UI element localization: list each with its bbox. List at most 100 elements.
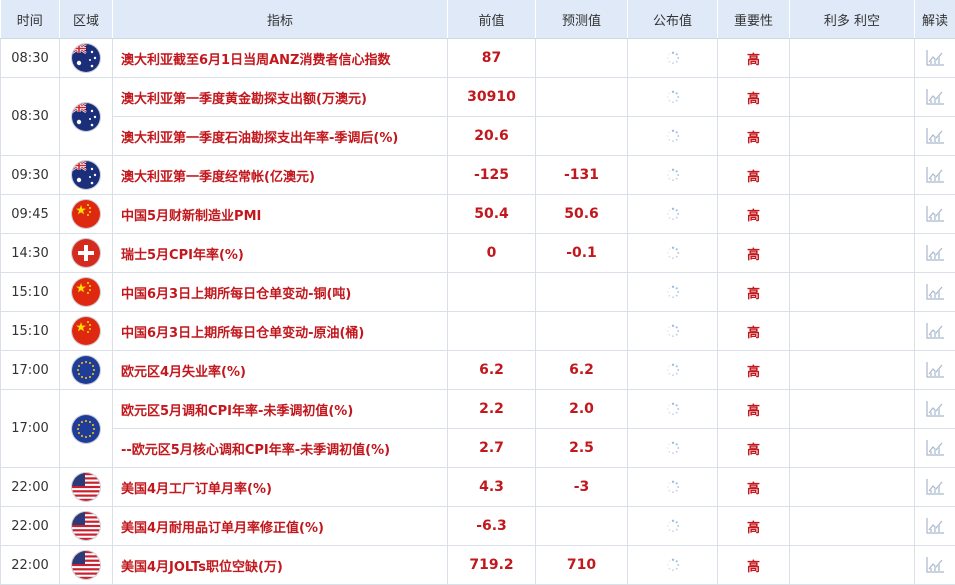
indicator-cell[interactable]: 澳大利亚第一季度石油勘探支出年率-季调后(%): [113, 117, 448, 156]
forecast-value-cell: 2.5: [536, 429, 628, 468]
analysis-cell[interactable]: [915, 156, 955, 195]
usa-flag-icon: [72, 551, 100, 579]
indicator-cell[interactable]: 美国4月工厂订单月率(%): [113, 468, 448, 507]
forecast-value-cell: [536, 78, 628, 117]
australia-flag-icon: [72, 44, 100, 72]
previous-value-cell: 87: [448, 39, 536, 78]
indicator-cell[interactable]: 欧元区5月调和CPI年率-未季调初值(%): [113, 390, 448, 429]
chart-analysis-icon[interactable]: [925, 361, 945, 379]
economic-calendar-table: 时间 区域 指标 前值 预测值 公布值 重要性 利多 利空 解读 08:30 澳…: [0, 0, 955, 585]
indicator-cell[interactable]: 欧元区4月失业率(%): [113, 351, 448, 390]
analysis-cell[interactable]: [915, 390, 955, 429]
analysis-cell[interactable]: [915, 312, 955, 351]
indicator-cell[interactable]: 中国6月3日上期所每日仓单变动-原油(桶): [113, 312, 448, 351]
table-row: 08:30 澳大利亚第一季度黄金勘探支出额(万澳元)30910高: [1, 78, 955, 117]
loading-spinner-icon: [666, 285, 680, 299]
indicator-cell[interactable]: 中国5月财新制造业PMI: [113, 195, 448, 234]
chart-analysis-icon[interactable]: [925, 127, 945, 145]
previous-value-cell: 0: [448, 234, 536, 273]
region-cell: [60, 312, 113, 351]
impact-cell: [790, 546, 915, 585]
china-flag-icon: [72, 317, 100, 345]
forecast-value-cell: 6.2: [536, 351, 628, 390]
analysis-cell[interactable]: [915, 273, 955, 312]
chart-analysis-icon[interactable]: [925, 166, 945, 184]
indicator-cell[interactable]: 中国6月3日上期所每日仓单变动-铜(吨): [113, 273, 448, 312]
chart-analysis-icon[interactable]: [925, 283, 945, 301]
table-row: --欧元区5月核心调和CPI年率-未季调初值(%)2.72.5高: [1, 429, 955, 468]
indicator-cell[interactable]: 美国4月耐用品订单月率修正值(%): [113, 507, 448, 546]
chart-analysis-icon[interactable]: [925, 400, 945, 418]
chart-analysis-icon[interactable]: [925, 205, 945, 223]
header-time: 时间: [1, 0, 60, 39]
impact-cell: [790, 312, 915, 351]
forecast-value-cell: -0.1: [536, 234, 628, 273]
previous-value-cell: 20.6: [448, 117, 536, 156]
actual-value-cell: [628, 234, 718, 273]
chart-analysis-icon[interactable]: [925, 439, 945, 457]
analysis-cell[interactable]: [915, 351, 955, 390]
region-cell: [60, 78, 113, 156]
time-cell: 15:10: [1, 312, 60, 351]
header-previous: 前值: [448, 0, 536, 39]
header-indicator: 指标: [113, 0, 448, 39]
impact-cell: [790, 234, 915, 273]
table-row: 15:10 中国6月3日上期所每日仓单变动-铜(吨)高: [1, 273, 955, 312]
time-cell: 09:30: [1, 156, 60, 195]
table-row: 14:30 瑞士5月CPI年率(%)0-0.1高: [1, 234, 955, 273]
indicator-cell[interactable]: 澳大利亚第一季度黄金勘探支出额(万澳元): [113, 78, 448, 117]
importance-cell: 高: [718, 234, 790, 273]
time-cell: 08:30: [1, 39, 60, 78]
loading-spinner-icon: [666, 207, 680, 221]
forecast-value-cell: [536, 312, 628, 351]
previous-value-cell: 50.4: [448, 195, 536, 234]
forecast-value-cell: [536, 273, 628, 312]
region-cell: [60, 351, 113, 390]
indicator-cell[interactable]: 澳大利亚截至6月1日当周ANZ消费者信心指数: [113, 39, 448, 78]
chart-analysis-icon[interactable]: [925, 556, 945, 574]
loading-spinner-icon: [666, 51, 680, 65]
chart-analysis-icon[interactable]: [925, 322, 945, 340]
analysis-cell[interactable]: [915, 546, 955, 585]
analysis-cell[interactable]: [915, 117, 955, 156]
table-row: 09:30 澳大利亚第一季度经常帐(亿澳元)-125-131高: [1, 156, 955, 195]
actual-value-cell: [628, 351, 718, 390]
usa-flag-icon: [72, 473, 100, 501]
importance-cell: 高: [718, 78, 790, 117]
header-region: 区域: [60, 0, 113, 39]
indicator-cell[interactable]: 瑞士5月CPI年率(%): [113, 234, 448, 273]
usa-flag-icon: [72, 512, 100, 540]
actual-value-cell: [628, 117, 718, 156]
chart-analysis-icon[interactable]: [925, 49, 945, 67]
indicator-cell[interactable]: --欧元区5月核心调和CPI年率-未季调初值(%): [113, 429, 448, 468]
previous-value-cell: 4.3: [448, 468, 536, 507]
chart-analysis-icon[interactable]: [925, 478, 945, 496]
analysis-cell[interactable]: [915, 234, 955, 273]
chart-analysis-icon[interactable]: [925, 244, 945, 262]
analysis-cell[interactable]: [915, 78, 955, 117]
importance-cell: 高: [718, 429, 790, 468]
chart-analysis-icon[interactable]: [925, 517, 945, 535]
actual-value-cell: [628, 39, 718, 78]
actual-value-cell: [628, 156, 718, 195]
actual-value-cell: [628, 78, 718, 117]
actual-value-cell: [628, 312, 718, 351]
loading-spinner-icon: [666, 90, 680, 104]
importance-cell: 高: [718, 39, 790, 78]
indicator-cell[interactable]: 澳大利亚第一季度经常帐(亿澳元): [113, 156, 448, 195]
previous-value-cell: -125: [448, 156, 536, 195]
indicator-cell[interactable]: 美国4月JOLTs职位空缺(万): [113, 546, 448, 585]
eu-flag-icon: [72, 356, 100, 384]
analysis-cell[interactable]: [915, 429, 955, 468]
previous-value-cell: [448, 312, 536, 351]
analysis-cell[interactable]: [915, 39, 955, 78]
previous-value-cell: 30910: [448, 78, 536, 117]
forecast-value-cell: 2.0: [536, 390, 628, 429]
chart-analysis-icon[interactable]: [925, 88, 945, 106]
table-row: 09:45 中国5月财新制造业PMI50.450.6高: [1, 195, 955, 234]
analysis-cell[interactable]: [915, 507, 955, 546]
analysis-cell[interactable]: [915, 195, 955, 234]
header-analysis: 解读: [915, 0, 955, 39]
impact-cell: [790, 351, 915, 390]
analysis-cell[interactable]: [915, 468, 955, 507]
